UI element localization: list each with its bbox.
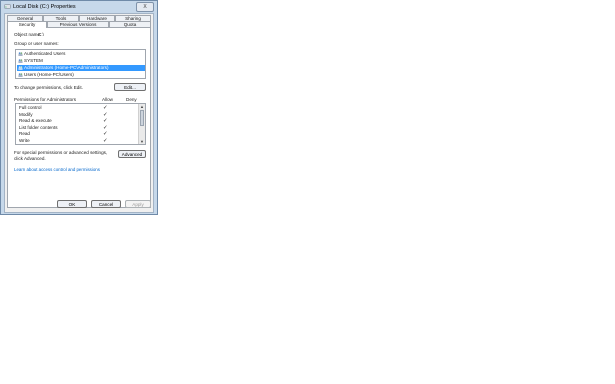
- change-permissions-text: To change permissions, click Edit.: [14, 85, 83, 90]
- users-icon: [18, 66, 23, 70]
- permission-row: Read & execute ✓: [19, 118, 108, 124]
- learn-access-control-link[interactable]: Learn about access control and permissio…: [14, 167, 100, 172]
- permissions-list[interactable]: Full control ✓ Modify ✓ Read & execute ✓…: [15, 103, 146, 145]
- apply-button[interactable]: Apply: [125, 200, 151, 208]
- scroll-down-icon[interactable]: ▼: [139, 139, 145, 144]
- group-users-label: Group or user names:: [14, 41, 59, 46]
- allow-check-icon: ✓: [103, 124, 108, 131]
- advanced-button[interactable]: Advanced: [118, 150, 146, 158]
- permissions-scrollbar[interactable]: ▲ ▼: [138, 104, 145, 144]
- users-icon: [18, 52, 23, 56]
- drive-icon: [4, 4, 11, 9]
- permission-row: Full control ✓: [19, 105, 108, 111]
- special-permissions-text: For special permissions or advanced sett…: [14, 150, 108, 155]
- dialog-client: General Tools Hardware Sharing Security …: [4, 13, 154, 213]
- window-title: Local Disk (C:) Properties: [13, 4, 76, 10]
- tab-security[interactable]: Security: [7, 21, 47, 28]
- users-icon: [18, 59, 23, 63]
- scroll-up-icon[interactable]: ▲: [139, 104, 145, 109]
- close-button[interactable]: X: [136, 2, 154, 12]
- users-icon: [18, 73, 23, 77]
- allow-check-icon: ✓: [103, 137, 108, 144]
- allow-check-icon: ✓: [103, 111, 108, 118]
- edit-button[interactable]: Edit...: [114, 83, 146, 91]
- allow-check-icon: ✓: [103, 105, 108, 111]
- group-users-list[interactable]: Authenticated Users SYSTEM Administrator…: [15, 49, 146, 79]
- list-item[interactable]: SYSTEM: [17, 58, 145, 64]
- allow-check-icon: ✓: [103, 118, 108, 124]
- list-item[interactable]: Administrators (Home-PC\Administrators): [17, 65, 145, 71]
- special-permissions-text-2: click Advanced.: [14, 156, 46, 161]
- cancel-button[interactable]: Cancel: [91, 200, 121, 208]
- permission-row: Modify ✓: [19, 111, 108, 118]
- ok-button[interactable]: OK: [57, 200, 87, 208]
- list-item[interactable]: Users (Home-PC\Users): [17, 72, 145, 78]
- permissions-label: Permissions for Administrators: [14, 97, 77, 102]
- list-item[interactable]: Authenticated Users: [17, 51, 145, 57]
- permission-row: Write ✓: [19, 137, 108, 144]
- allow-header: Allow: [102, 97, 113, 102]
- title-bar[interactable]: Local Disk (C:) Properties X: [1, 1, 157, 12]
- object-name-value: C:\: [38, 32, 44, 37]
- deny-header: Deny: [126, 97, 137, 102]
- security-panel: Object name: C:\ Group or user names: Au…: [7, 27, 151, 208]
- permission-row: List folder contents ✓: [19, 124, 108, 131]
- permission-row: Read ✓: [19, 131, 108, 137]
- allow-check-icon: ✓: [103, 131, 108, 137]
- properties-window: Local Disk (C:) Properties X General Too…: [0, 0, 158, 215]
- scroll-thumb[interactable]: [140, 110, 144, 126]
